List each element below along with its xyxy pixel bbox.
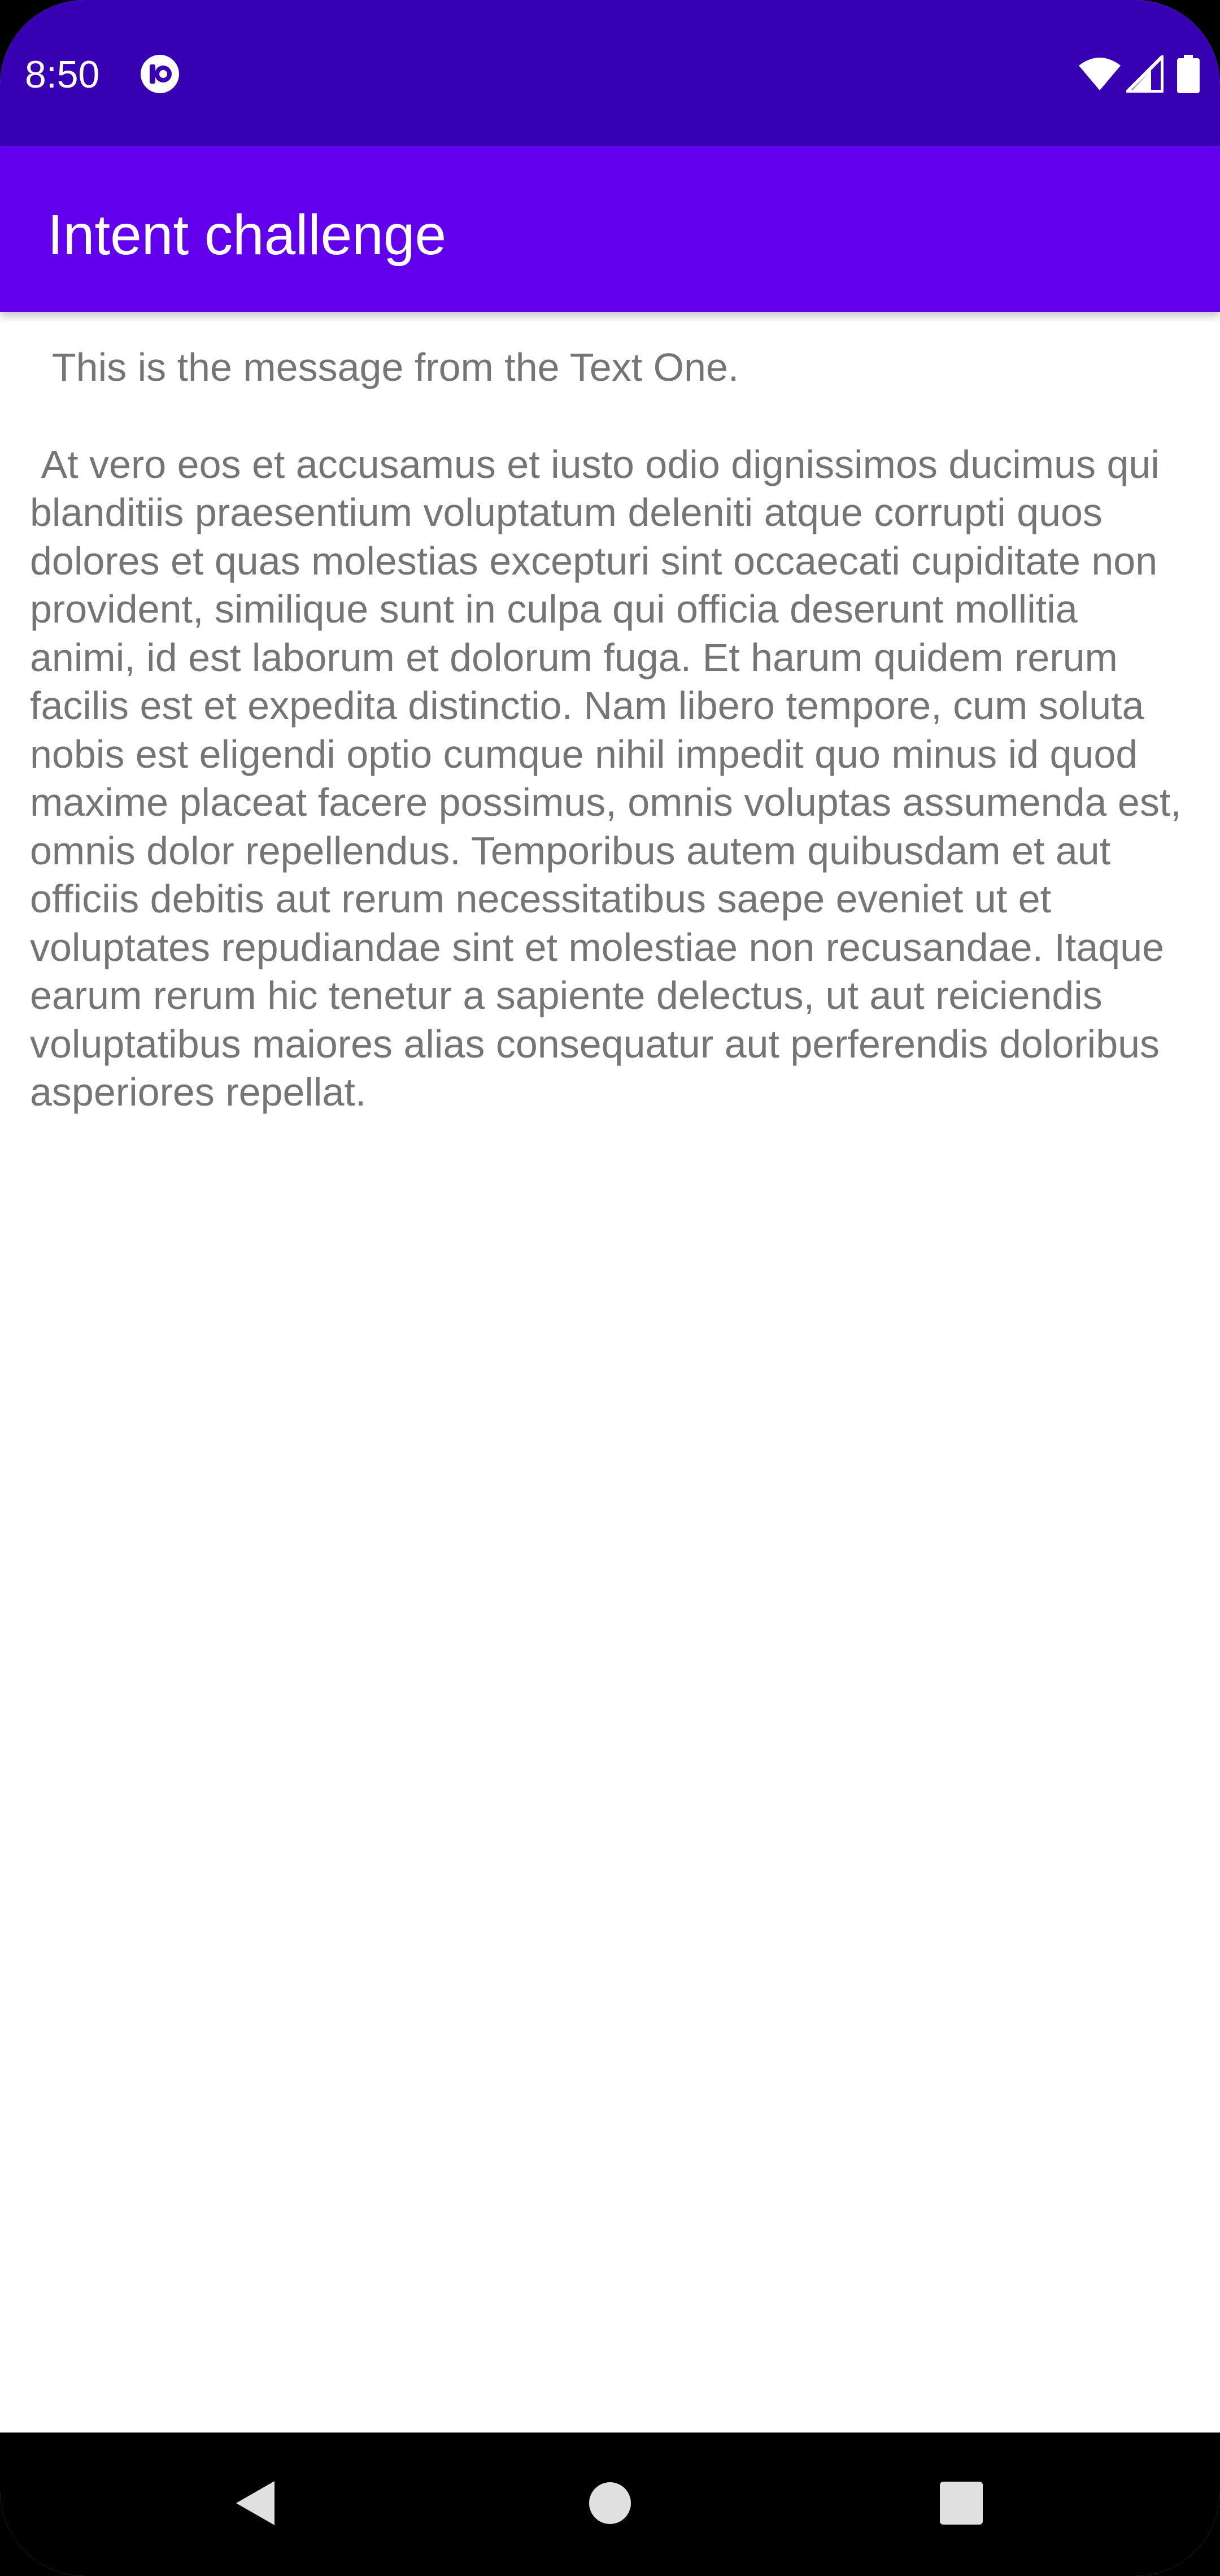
back-triangle-icon [233,2479,278,2530]
home-circle-icon [588,2481,632,2528]
app-bar: Intent challenge [0,146,1220,312]
home-button[interactable] [538,2433,682,2576]
content-area: This is the message from the Text One. A… [30,343,1193,1117]
app-screen: 8:50 Intent challenge This is the messag… [0,0,1220,2576]
battery-icon [1177,55,1200,93]
status-icons [1078,54,1200,94]
wifi-icon [1078,56,1122,92]
cell-signal-icon [1126,55,1164,93]
recents-square-icon [939,2481,984,2529]
app-title: Intent challenge [47,203,447,267]
notification-app-icon [139,53,181,95]
message-text-one: This is the message from the Text One. [30,345,739,389]
navigation-bar [0,2433,1220,2576]
status-bar: 8:50 [0,0,1220,146]
recents-button[interactable] [890,2433,1033,2576]
back-button[interactable] [184,2433,327,2576]
status-time: 8:50 [25,53,100,96]
body-text: At vero eos et accusamus et iusto odio d… [30,442,1193,1115]
